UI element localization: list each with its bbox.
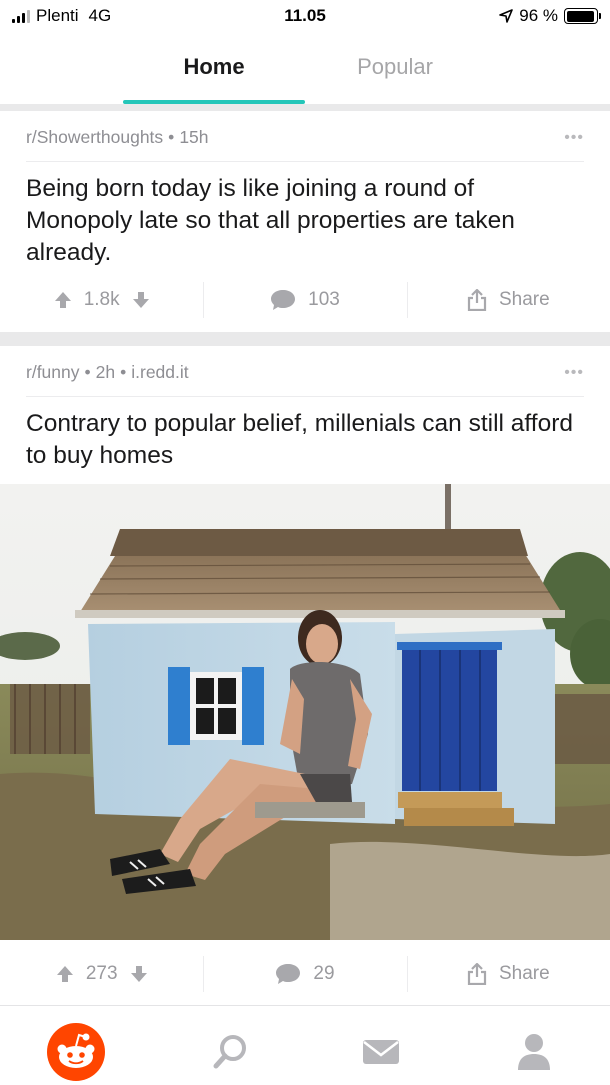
reddit-home-icon: [47, 1023, 105, 1081]
share-button[interactable]: Share: [406, 268, 610, 332]
tab-home[interactable]: Home: [123, 54, 305, 80]
active-tab-indicator: [123, 100, 305, 104]
meta-dot: •: [168, 127, 175, 147]
nav-profile[interactable]: [504, 1022, 564, 1082]
meta-dot: •: [84, 362, 91, 382]
post-meta: r/funny • 2h • i.redd.it: [26, 362, 189, 383]
comments-button[interactable]: 103: [203, 268, 406, 332]
post-actions: 1.8k 103 Share: [0, 268, 610, 332]
vote-group: 273: [0, 942, 203, 1006]
post-age: 2h: [95, 362, 116, 382]
post-domain[interactable]: i.redd.it: [131, 362, 188, 382]
nav-search[interactable]: [200, 1022, 260, 1082]
comment-count: 29: [313, 963, 335, 984]
subreddit-link[interactable]: r/Showerthoughts: [26, 127, 163, 147]
post-card[interactable]: r/Showerthoughts • 15h ••• Being born toda…: [0, 111, 610, 332]
downvote-arrow-icon[interactable]: [132, 291, 150, 309]
upvote-arrow-icon[interactable]: [54, 291, 72, 309]
share-label: Share: [498, 289, 550, 310]
downvote-arrow-icon[interactable]: [130, 965, 148, 983]
battery-icon: [564, 8, 601, 24]
search-icon: [213, 1035, 246, 1069]
feed-tabs: Home Popular: [0, 36, 610, 104]
post-meta: r/Showerthoughts • 15h: [26, 127, 209, 148]
comment-count: 103: [308, 289, 340, 310]
bottom-nav: [0, 1005, 610, 1085]
comment-bubble-icon: [271, 290, 296, 310]
nav-home[interactable]: [46, 1022, 106, 1082]
comments-button[interactable]: 29: [203, 942, 406, 1006]
upvote-arrow-icon[interactable]: [56, 965, 74, 983]
profile-icon: [518, 1034, 550, 1070]
more-dots-icon[interactable]: •••: [564, 364, 584, 382]
divider: [26, 396, 584, 397]
status-right: 96 %: [499, 6, 601, 26]
comment-bubble-icon: [276, 964, 301, 984]
nav-inbox[interactable]: [351, 1022, 411, 1082]
post-title[interactable]: Being born today is like joining a round…: [26, 173, 584, 269]
status-bar: Plenti 4G 11.05 96 %: [0, 0, 610, 36]
more-dots-icon[interactable]: •••: [564, 129, 584, 147]
battery-percent: 96 %: [519, 6, 558, 25]
post-image[interactable]: [0, 484, 610, 940]
share-label: Share: [498, 963, 550, 984]
share-button[interactable]: Share: [406, 942, 610, 1006]
divider: [26, 161, 584, 162]
mail-icon: [363, 1040, 399, 1064]
post-card[interactable]: r/funny • 2h • i.redd.it ••• Contrary to pop…: [0, 346, 610, 1005]
post-age: 15h: [179, 127, 209, 147]
share-icon: [467, 963, 487, 985]
tab-popular[interactable]: Popular: [304, 54, 486, 80]
vote-count: 273: [85, 963, 118, 984]
share-icon: [467, 289, 487, 311]
vote-group: 1.8k: [0, 268, 203, 332]
location-arrow-icon: [499, 9, 514, 23]
post-title[interactable]: Contrary to popular belief, millenials c…: [26, 408, 584, 472]
vote-count: 1.8k: [83, 289, 120, 310]
meta-dot: •: [120, 362, 127, 382]
post-actions: 273 29 Share: [0, 942, 610, 1006]
house-photo: [0, 484, 610, 940]
subreddit-link[interactable]: r/funny: [26, 362, 80, 382]
